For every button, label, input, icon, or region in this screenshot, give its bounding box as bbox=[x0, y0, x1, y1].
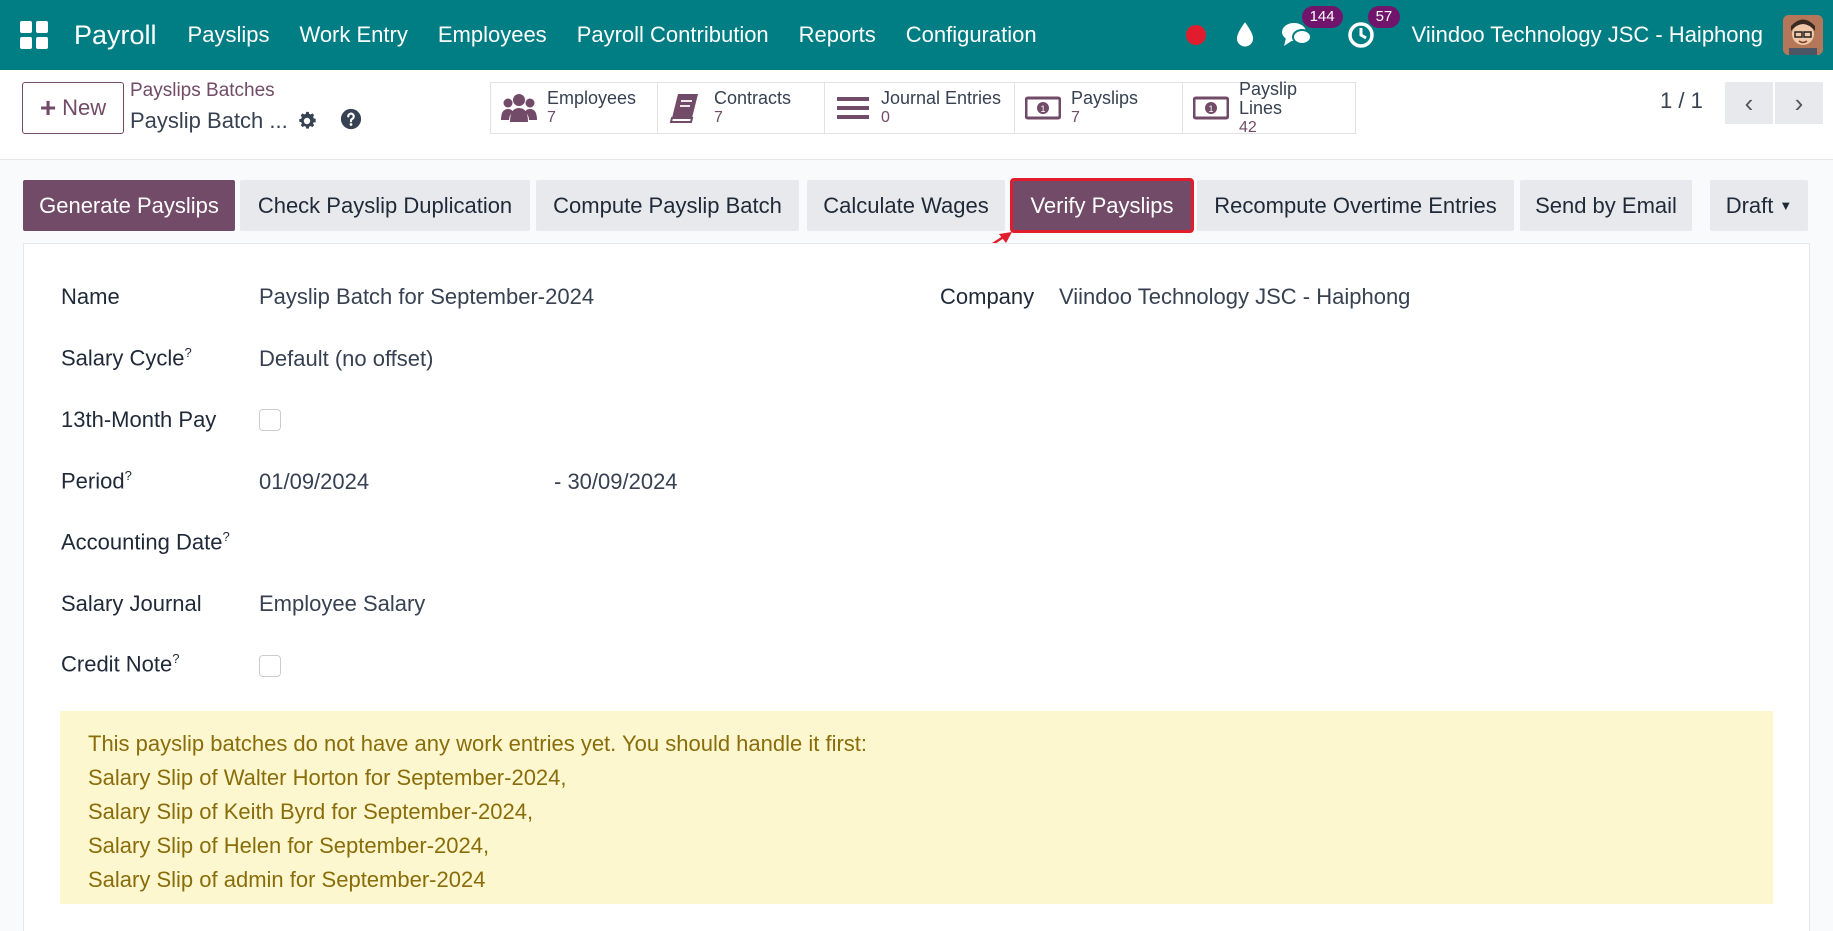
smart-button-count: 7 bbox=[714, 109, 723, 126]
control-panel: + New Payslips Batches Payslip Batch ...… bbox=[0, 70, 1833, 160]
nav-payroll-contribution[interactable]: Payroll Contribution bbox=[562, 22, 784, 48]
accounting-date-label: Accounting Date? bbox=[61, 529, 230, 555]
messages-badge: 144 bbox=[1301, 6, 1343, 28]
credit-note-label-text: Credit Note bbox=[61, 651, 173, 677]
money-icon: 1 bbox=[1193, 96, 1229, 120]
book-icon bbox=[669, 94, 698, 123]
svg-text:1: 1 bbox=[1208, 104, 1213, 114]
smart-button-journal-entries[interactable]: Journal Entries 0 bbox=[825, 82, 1015, 134]
company-label: Company bbox=[940, 284, 1035, 309]
smart-button-contracts[interactable]: Contracts 7 bbox=[658, 82, 825, 134]
company-field[interactable]: Viindoo Technology JSC - Haiphong bbox=[1059, 284, 1410, 310]
nav-payslips[interactable]: Payslips bbox=[173, 22, 285, 48]
svg-text:1: 1 bbox=[1040, 104, 1045, 114]
period-from-field[interactable]: 01/09/2024 bbox=[259, 469, 369, 495]
help-mark[interactable]: ? bbox=[222, 529, 229, 544]
recompute-overtime-entries-button[interactable]: Recompute Overtime Entries bbox=[1197, 180, 1514, 231]
nav-reports[interactable]: Reports bbox=[784, 22, 891, 48]
salary-cycle-field[interactable]: Default (no offset) bbox=[259, 346, 433, 372]
period-to-field[interactable]: - 30/09/2024 bbox=[554, 469, 678, 495]
smart-button-label: Journal Entries bbox=[881, 88, 1002, 108]
smart-button-label: Contracts bbox=[714, 88, 792, 108]
drop-icon[interactable] bbox=[1232, 20, 1258, 50]
smart-button-label: Payslip Lines bbox=[1239, 78, 1298, 118]
calculate-wages-button[interactable]: Calculate Wages bbox=[807, 180, 1005, 231]
salary-cycle-label-text: Salary Cycle bbox=[61, 345, 185, 371]
verify-payslips-button[interactable]: Verify Payslips bbox=[1010, 178, 1194, 233]
caret-down-icon: ▼ bbox=[1779, 198, 1793, 213]
salary-journal-field[interactable]: Employee Salary bbox=[259, 591, 425, 617]
salary-cycle-label: Salary Cycle? bbox=[61, 345, 192, 371]
nav-work-entry[interactable]: Work Entry bbox=[284, 22, 422, 48]
alert-line: This payslip batches do not have any wor… bbox=[88, 731, 868, 756]
activities-button[interactable]: 57 bbox=[1346, 6, 1401, 52]
users-icon bbox=[501, 94, 537, 122]
smart-button-payslips[interactable]: 1 Payslips 7 bbox=[1015, 82, 1183, 134]
alert-line: Salary Slip of Keith Byrd for September-… bbox=[88, 799, 534, 824]
top-navbar: Payroll Payslips Work Entry Employees Pa… bbox=[0, 0, 1833, 70]
nav-employees[interactable]: Employees bbox=[423, 22, 562, 48]
nav-configuration[interactable]: Configuration bbox=[891, 22, 1052, 48]
credit-note-label: Credit Note? bbox=[61, 651, 180, 677]
pager-value[interactable]: 1 / 1 bbox=[1660, 88, 1703, 114]
smart-button-count: 7 bbox=[547, 109, 556, 126]
compute-payslip-batch-button[interactable]: Compute Payslip Batch bbox=[536, 180, 799, 231]
app-brand[interactable]: Payroll bbox=[74, 20, 157, 51]
smart-button-count: 0 bbox=[881, 109, 890, 126]
user-avatar[interactable] bbox=[1783, 15, 1823, 55]
breadcrumb-parent[interactable]: Payslips Batches bbox=[130, 80, 275, 102]
smart-button-count: 7 bbox=[1071, 109, 1080, 126]
alert-line: Salary Slip of Helen for September-2024, bbox=[88, 833, 490, 858]
list-icon bbox=[837, 97, 869, 119]
thirteenth-month-pay-label: 13th-Month Pay bbox=[61, 407, 217, 432]
name-field[interactable]: Payslip Batch for September-2024 bbox=[259, 284, 594, 310]
send-by-email-button[interactable]: Send by Email bbox=[1520, 180, 1692, 231]
breadcrumb-current: Payslip Batch ... bbox=[130, 108, 288, 133]
work-entries-warning: This payslip batches do not have any wor… bbox=[60, 711, 1773, 904]
period-label: Period? bbox=[61, 468, 132, 494]
chevron-left-icon: ‹ bbox=[1744, 87, 1754, 118]
new-button-label: New bbox=[62, 95, 107, 120]
form-sheet: Name Payslip Batch for September-2024 Co… bbox=[23, 243, 1810, 931]
messages-button[interactable]: 144 bbox=[1280, 6, 1343, 52]
gear-icon[interactable] bbox=[296, 110, 318, 132]
check-payslip-duplication-button[interactable]: Check Payslip Duplication bbox=[240, 180, 530, 231]
status-label: Draft bbox=[1725, 192, 1774, 218]
pager-previous-button[interactable]: ‹ bbox=[1725, 82, 1773, 124]
alert-line: Salary Slip of Walter Horton for Septemb… bbox=[88, 765, 567, 790]
smart-buttons: Employees 7 Contracts 7 Journal Entries … bbox=[490, 78, 1356, 136]
generate-payslips-button[interactable]: Generate Payslips bbox=[23, 180, 235, 231]
period-label-text: Period bbox=[61, 468, 125, 494]
thirteenth-month-pay-checkbox[interactable] bbox=[259, 409, 281, 431]
credit-note-checkbox[interactable] bbox=[259, 655, 281, 677]
recording-dot-icon[interactable] bbox=[1185, 25, 1206, 45]
salary-journal-label: Salary Journal bbox=[61, 591, 202, 616]
pager-next-button[interactable]: › bbox=[1775, 82, 1823, 124]
activities-badge: 57 bbox=[1367, 6, 1401, 28]
smart-button-count: 42 bbox=[1239, 118, 1257, 136]
accounting-date-label-text: Accounting Date bbox=[61, 529, 223, 555]
smart-button-label: Employees bbox=[547, 88, 637, 108]
chevron-right-icon: › bbox=[1794, 87, 1804, 118]
alert-line: Salary Slip of admin for September-2024 bbox=[88, 867, 486, 892]
smart-button-payslip-lines[interactable]: 1 Payslip Lines 42 bbox=[1183, 78, 1356, 136]
smart-button-label: Payslips bbox=[1071, 88, 1139, 108]
apps-menu-icon[interactable] bbox=[20, 21, 48, 49]
new-button[interactable]: + New bbox=[22, 82, 124, 134]
plus-icon: + bbox=[39, 92, 57, 123]
help-mark[interactable]: ? bbox=[125, 468, 132, 483]
status-dropdown[interactable]: Draft ▼ bbox=[1710, 180, 1808, 231]
help-mark[interactable]: ? bbox=[172, 651, 179, 666]
help-icon[interactable] bbox=[340, 108, 362, 130]
money-icon: 1 bbox=[1025, 96, 1061, 120]
help-mark[interactable]: ? bbox=[184, 345, 191, 360]
company-switcher[interactable]: Viindoo Technology JSC - Haiphong bbox=[1412, 22, 1763, 48]
name-label: Name bbox=[61, 284, 120, 309]
smart-button-employees[interactable]: Employees 7 bbox=[490, 82, 658, 134]
